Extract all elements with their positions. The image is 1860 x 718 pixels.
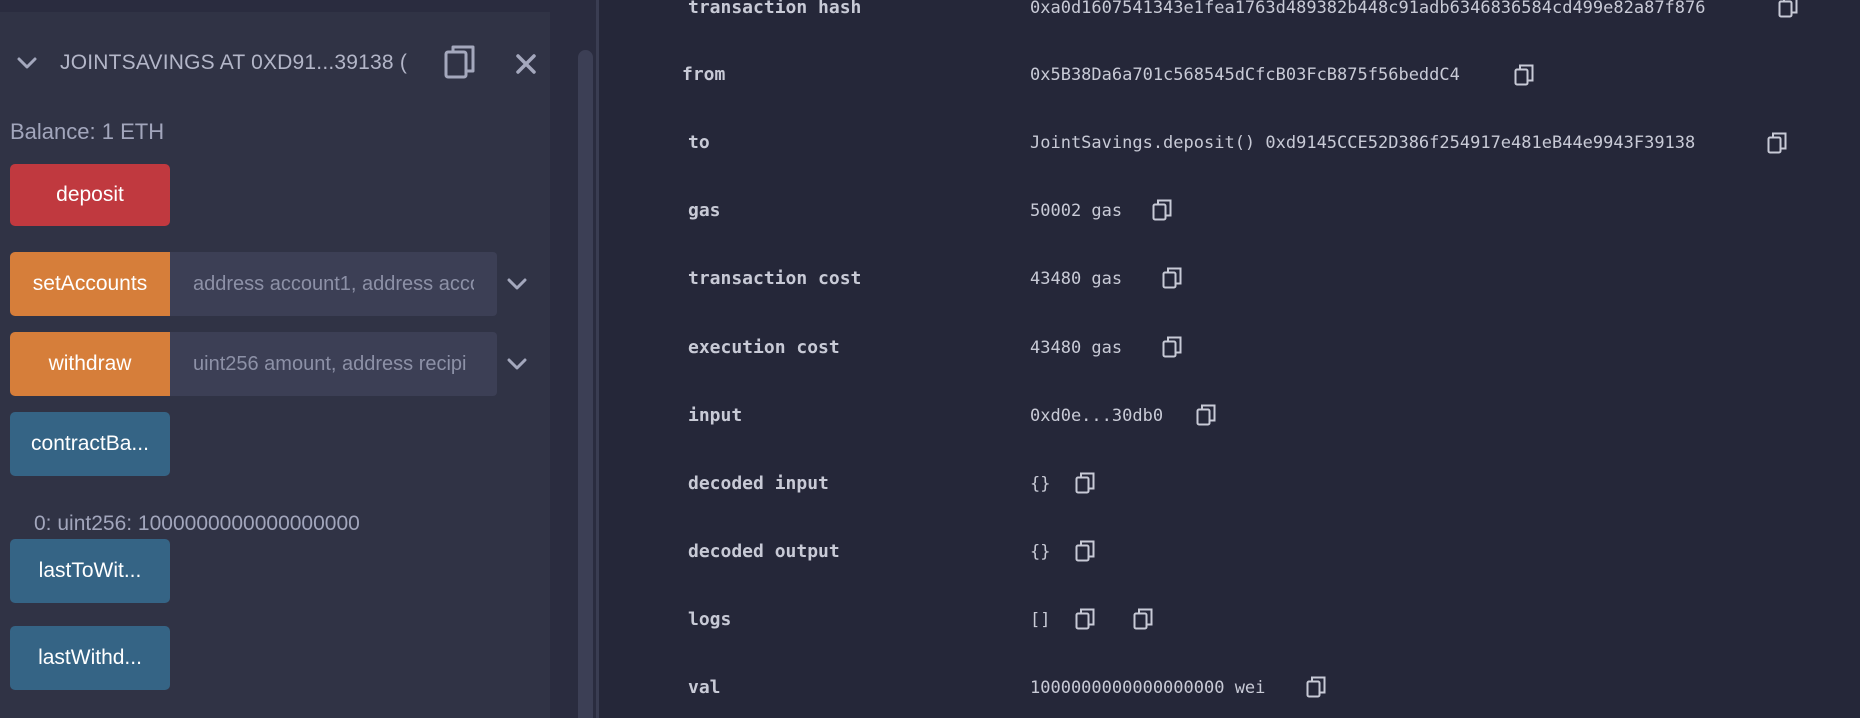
copy-icon[interactable] (1196, 404, 1216, 426)
copy-icon[interactable] (1075, 472, 1095, 494)
tx-value-decoded-output: {} (1030, 542, 1051, 562)
tx-value-transaction-hash: 0xa0d1607541343e1fea1763d489382b448c91ad… (1030, 0, 1706, 18)
tx-value-to: JointSavings.deposit() 0xd9145CCE52D386f… (1030, 133, 1696, 153)
chevron-down-icon[interactable] (504, 351, 530, 377)
tx-value-input: 0xd0e...30db0 (1030, 406, 1164, 426)
deployed-contracts-panel: JOINTSAVINGS AT 0XD91...39138 ( Balance:… (0, 0, 550, 718)
tx-value-from: 0x5B38Da6a701c568545dCfcB03FcB875f56bedd… (1030, 65, 1460, 85)
deployed-contract-card: JOINTSAVINGS AT 0XD91...39138 ( Balance:… (0, 12, 550, 718)
tx-label-val: val (688, 677, 721, 698)
tx-label-decoded-output: decoded output (688, 541, 840, 562)
tx-label-input: input (688, 405, 743, 426)
last-withdraw-amount-button[interactable]: lastWithd... (10, 626, 170, 690)
tx-label-to: to (688, 132, 710, 153)
contract-balance: Balance: 1 ETH (10, 119, 165, 144)
copy-icon[interactable] (1162, 336, 1182, 358)
tx-value-transaction-cost: 43480 gas (1030, 269, 1123, 289)
chevron-down-icon[interactable] (504, 271, 530, 297)
tx-label-transaction-hash: transaction hash (688, 0, 862, 18)
deposit-button[interactable]: deposit (10, 164, 170, 226)
contract-title: JOINTSAVINGS AT 0XD91...39138 ( (60, 51, 408, 74)
scrollbar-thumb[interactable] (578, 50, 593, 718)
tx-label-logs: logs (688, 609, 732, 630)
tx-label-execution-cost: execution cost (688, 337, 840, 358)
close-icon[interactable] (512, 50, 540, 78)
tx-value-execution-cost: 43480 gas (1030, 338, 1123, 358)
copy-icon[interactable] (1133, 608, 1153, 630)
result-value: uint256: 1000000000000000000 (57, 512, 360, 535)
tx-value-decoded-input: {} (1030, 474, 1051, 494)
copy-icon[interactable] (1075, 608, 1095, 630)
contract-balance-button[interactable]: contractBa... (10, 412, 170, 476)
tx-value-logs: [] (1030, 610, 1051, 630)
tx-label-gas: gas (688, 200, 721, 221)
copy-icon[interactable] (1152, 199, 1172, 221)
withdraw-input[interactable] (170, 332, 497, 396)
chevron-down-icon[interactable] (14, 50, 40, 76)
tx-label-decoded-input: decoded input (688, 473, 829, 494)
copy-icon[interactable] (444, 44, 476, 80)
copy-icon[interactable] (1778, 0, 1798, 18)
copy-icon[interactable] (1306, 676, 1326, 698)
tx-value-val: 1000000000000000000 wei (1030, 678, 1266, 698)
set-accounts-input[interactable] (170, 252, 497, 316)
tx-label-from: from (682, 64, 726, 85)
set-accounts-button[interactable]: setAccounts (10, 252, 170, 316)
call-result: 0: uint256: 1000000000000000000 (34, 510, 360, 538)
withdraw-button[interactable]: withdraw (10, 332, 170, 396)
copy-icon[interactable] (1767, 132, 1787, 154)
tx-label-transaction-cost: transaction cost (688, 268, 862, 289)
copy-icon[interactable] (1075, 540, 1095, 562)
copy-icon[interactable] (1162, 267, 1182, 289)
tx-value-gas: 50002 gas (1030, 201, 1123, 221)
result-index: 0: (34, 512, 52, 535)
copy-icon[interactable] (1514, 64, 1534, 86)
last-to-withdraw-button[interactable]: lastToWit... (10, 539, 170, 603)
